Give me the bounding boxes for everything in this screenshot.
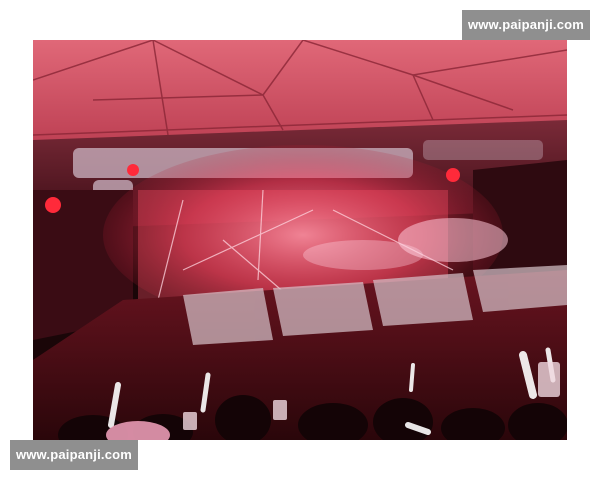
- stadium-scene: [33, 40, 567, 440]
- watermark-bottom: www.paipanji.com: [10, 440, 138, 470]
- concert-photo: [33, 40, 567, 440]
- watermark-top: www.paipanji.com: [462, 10, 590, 40]
